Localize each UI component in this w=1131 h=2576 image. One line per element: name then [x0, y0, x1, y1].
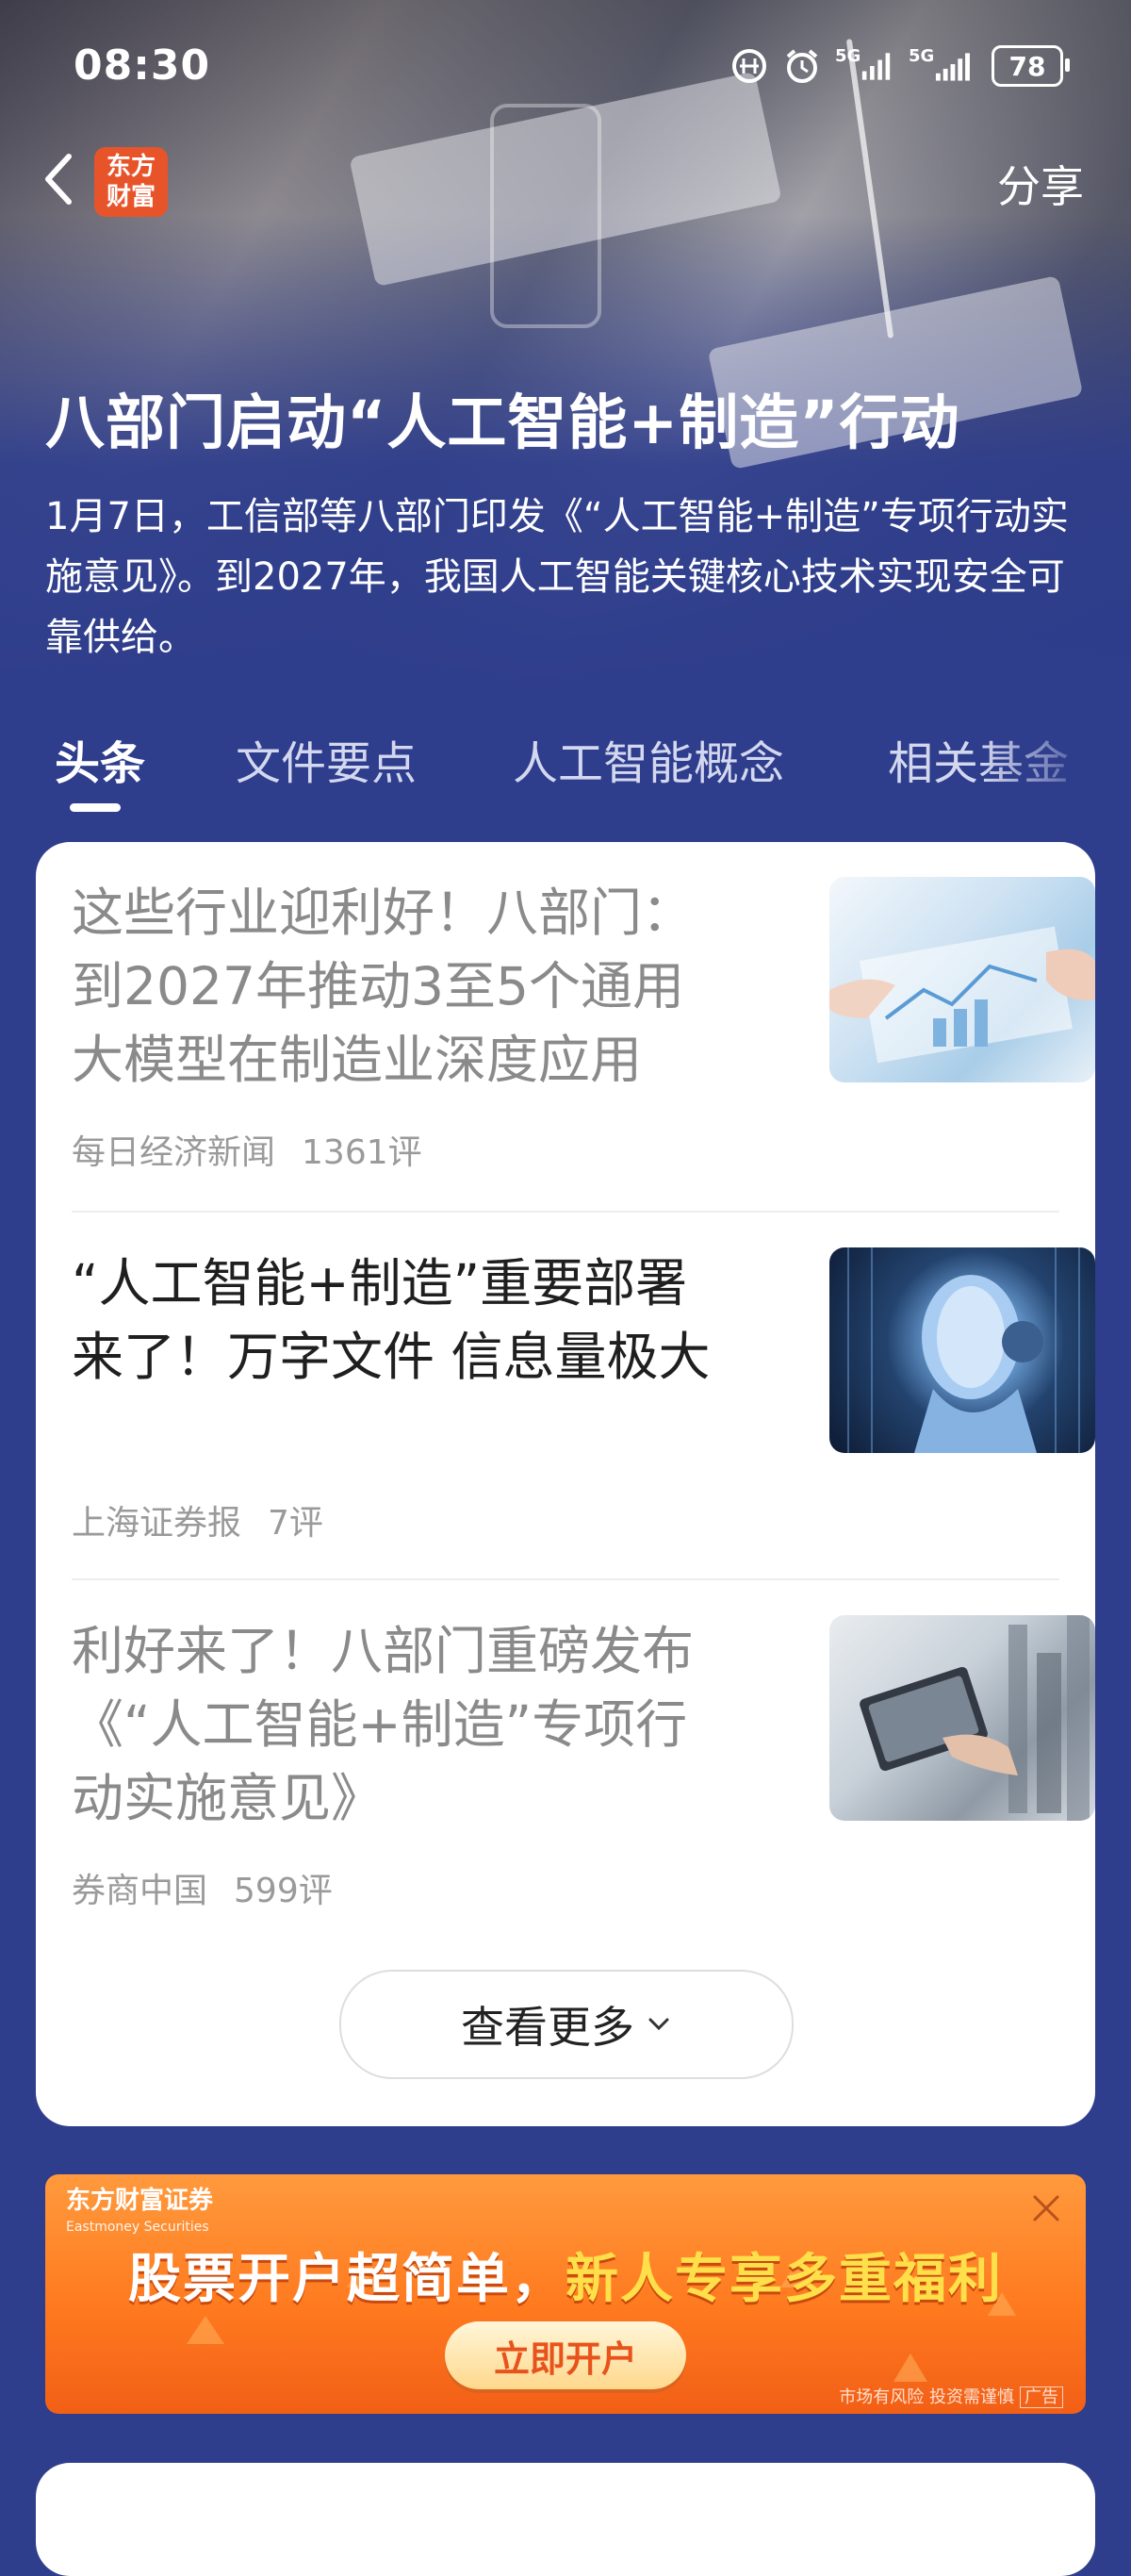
battery-level: 78	[1008, 50, 1046, 82]
news-title[interactable]: 利好来了！八部门重磅发布《“人工智能+制造”专项行动实施意见》	[72, 1614, 731, 1835]
news-thumbnail[interactable]	[829, 1615, 1095, 1821]
status-bar: 08:30 5G 5G 78	[0, 0, 1131, 132]
news-card: 这些行业迎利好！八部门：到2027年推动3至5个通用大模型在制造业深度应用 每日…	[36, 842, 1095, 2126]
view-more-button[interactable]: 查看更多	[339, 1970, 794, 2079]
news-item[interactable]: 利好来了！八部门重磅发布《“人工智能+制造”专项行动实施意见》 券商中国 599评	[72, 1580, 1095, 1950]
topic-title: 八部门启动“人工智能+制造”行动	[45, 388, 960, 457]
view-more-label: 查看更多	[461, 2002, 634, 2053]
ad-brand-name: 东方财富证券	[66, 2187, 214, 2215]
battery-indicator: 78	[992, 45, 1070, 87]
network-label-2: 5G	[909, 46, 935, 66]
alarm-icon	[782, 46, 822, 86]
news-source: 每日经济新闻	[72, 1133, 276, 1172]
tab-fade-overlay	[980, 726, 1131, 811]
tab-headlines[interactable]: 头条	[55, 726, 145, 792]
signal-5g-icon: 5G	[835, 46, 895, 86]
ad-headline: 股票开户超简单，新人专享多重福利	[45, 2237, 1086, 2313]
ad-headline-part1: 股票开户超简单，	[128, 2249, 566, 2310]
tab-bar: 头条 文件要点 人工智能概念 相关基金	[0, 726, 1131, 811]
news-item[interactable]: “人工智能+制造”重要部署来了！万字文件 信息量极大 上海证券报 7评	[72, 1213, 1095, 1582]
news-meta: 每日经济新闻 1361评	[72, 1125, 422, 1174]
logo-text-2: 财富	[106, 183, 156, 211]
signal-5g-icon-2: 5G	[909, 46, 978, 86]
news-meta: 上海证券报 7评	[72, 1495, 323, 1544]
close-icon	[1033, 2195, 1059, 2221]
chevron-down-icon	[648, 2018, 669, 2031]
news-thumbnail[interactable]	[829, 1247, 1095, 1453]
ad-tag: 广告	[1020, 2386, 1063, 2408]
status-icons: 5G 5G 78	[729, 45, 1070, 87]
topic-summary: 1月7日，工信部等八部门印发《“人工智能+制造”专项行动实施意见》。到2027年…	[45, 495, 1069, 659]
ad-disclaimer: 市场有风险 投资需谨慎 广告	[839, 2384, 1063, 2408]
news-thumbnail[interactable]	[829, 877, 1095, 1082]
ad-brand: 东方财富证券 Eastmoney Securities	[66, 2188, 213, 2240]
tab-ai-concept[interactable]: 人工智能概念	[513, 726, 784, 792]
ad-close-button[interactable]	[1027, 2189, 1065, 2227]
active-tab-indicator	[70, 803, 121, 812]
news-comments: 7评	[268, 1504, 323, 1543]
share-button[interactable]: 分享	[997, 153, 1084, 215]
news-source: 券商中国	[72, 1872, 208, 1910]
news-title[interactable]: 这些行业迎利好！八部门：到2027年推动3至5个通用大模型在制造业深度应用	[72, 876, 731, 1097]
back-button[interactable]	[34, 151, 81, 207]
ad-open-account-button[interactable]: 立即开户	[445, 2321, 686, 2389]
ad-disclaimer-text: 市场有风险 投资需谨慎	[839, 2387, 1014, 2407]
next-card	[36, 2463, 1095, 2576]
eastmoney-logo[interactable]: 东方 财富	[94, 147, 168, 217]
news-comments: 1361评	[302, 1133, 422, 1172]
status-time: 08:30	[74, 41, 211, 90]
ad-headline-part2: 新人专享多重福利	[566, 2249, 1003, 2310]
network-label-1: 5G	[835, 46, 861, 66]
news-source: 上海证券报	[72, 1504, 242, 1543]
chevron-left-icon	[45, 154, 72, 205]
news-item[interactable]: 这些行业迎利好！八部门：到2027年推动3至5个通用大模型在制造业深度应用 每日…	[72, 842, 1095, 1212]
news-title[interactable]: “人工智能+制造”重要部署来了！万字文件 信息量极大	[72, 1247, 731, 1394]
hero-photo-glass	[490, 104, 601, 328]
data-saver-icon	[729, 46, 769, 86]
ad-banner[interactable]: 东方财富证券 Eastmoney Securities 股票开户超简单，新人专享…	[45, 2174, 1086, 2414]
news-comments: 599评	[234, 1872, 333, 1910]
news-meta: 券商中国 599评	[72, 1863, 333, 1912]
logo-text-1: 东方	[106, 153, 156, 181]
tab-document-points[interactable]: 文件要点	[236, 726, 417, 792]
